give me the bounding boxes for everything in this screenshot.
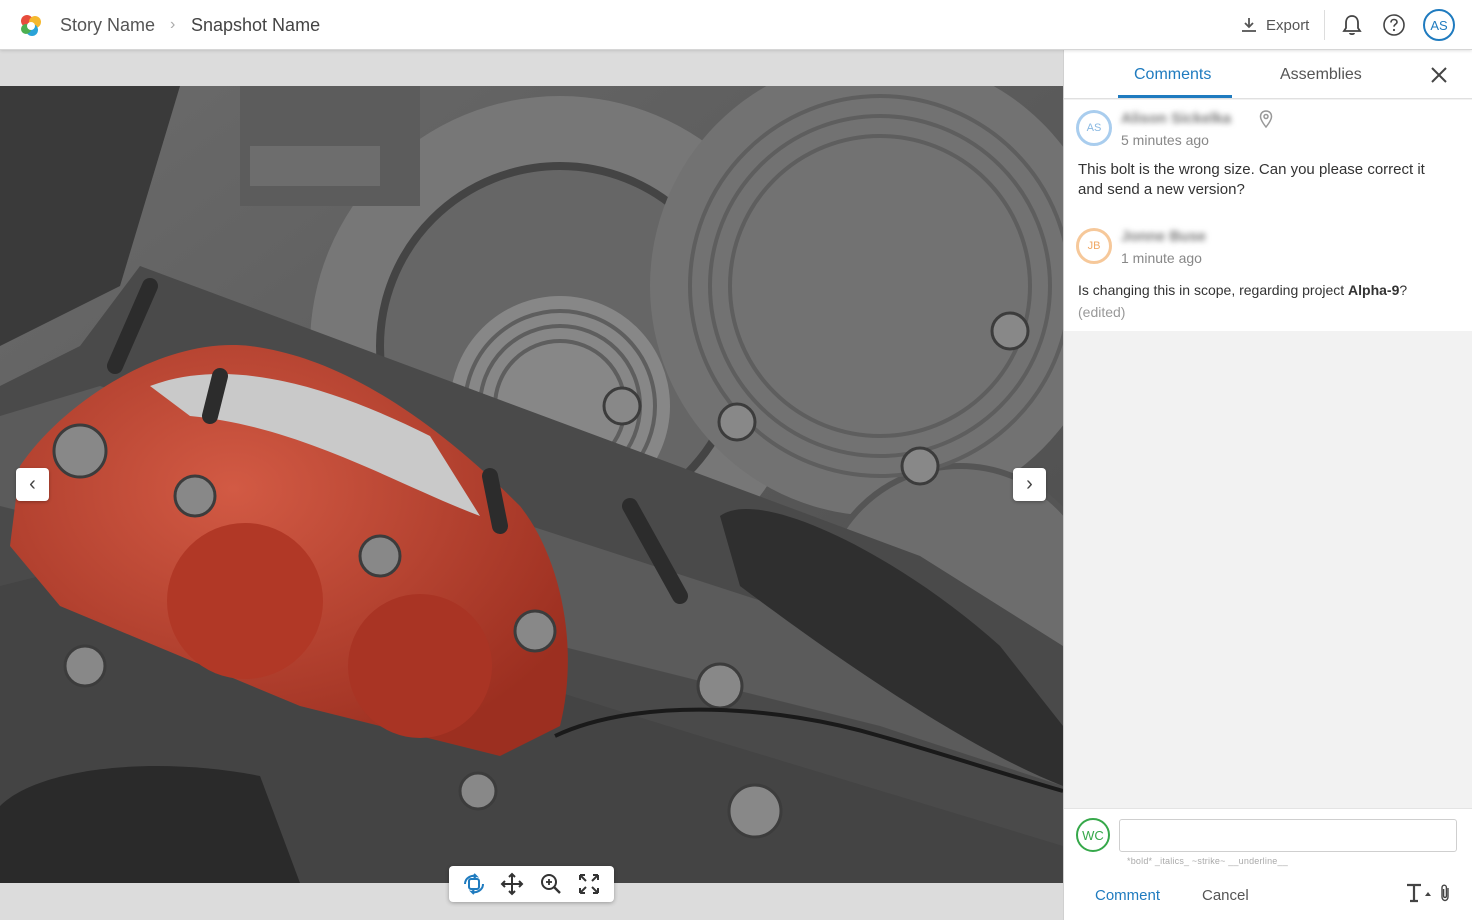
- location-pin-icon[interactable]: [1256, 109, 1276, 129]
- panel-tabs: Comments Assemblies: [1064, 50, 1472, 99]
- rotate-icon: [464, 873, 485, 895]
- comment-input[interactable]: [1119, 819, 1457, 852]
- close-icon[interactable]: [1428, 64, 1450, 86]
- comments-panel: Comments Assemblies AS Alison Sickelka 5…: [1063, 50, 1472, 920]
- user-avatar[interactable]: AS: [1423, 9, 1455, 41]
- active-tab-indicator: [1118, 95, 1232, 98]
- comment-author-avatar: AS: [1076, 110, 1112, 146]
- zoom-icon: [540, 874, 561, 894]
- help-icon[interactable]: [1382, 13, 1406, 37]
- model-viewer[interactable]: ‹ ›: [0, 50, 1063, 920]
- comment-item: JB Jonne Buse 1 minute ago Is changing t…: [1064, 218, 1472, 331]
- comment-text: This bolt is the wrong size. Can you ple…: [1078, 161, 1425, 198]
- breadcrumb-separator: ›: [170, 16, 176, 33]
- pan-tool-button[interactable]: [499, 871, 525, 897]
- tab-assemblies[interactable]: Assemblies: [1280, 66, 1362, 84]
- pan-icon: [500, 872, 524, 896]
- export-button[interactable]: Export: [1240, 14, 1309, 36]
- viewer-top-margin: [0, 50, 1063, 86]
- toolbar-divider: [1324, 10, 1325, 40]
- top-bar: Story Name › Snapshot Name Export AS: [0, 0, 1472, 50]
- comment-author-name: Jonne Buse: [1121, 228, 1207, 245]
- comment-text: Is changing this in scope, regarding pro…: [1078, 280, 1448, 300]
- cancel-button[interactable]: Cancel: [1202, 887, 1249, 904]
- comment-text-bold: Alpha-9: [1348, 282, 1400, 298]
- fit-screen-tool-button[interactable]: [576, 871, 602, 897]
- previous-snapshot-button[interactable]: ‹: [16, 468, 49, 501]
- comment-text-prefix: Is changing this in scope, regarding pro…: [1078, 282, 1349, 298]
- download-icon: [1242, 18, 1256, 32]
- viewer-toolbar: [449, 866, 614, 902]
- app-logo-icon[interactable]: [18, 13, 44, 39]
- attachment-icon[interactable]: [1437, 883, 1453, 903]
- breadcrumb-story[interactable]: Story Name: [60, 15, 155, 36]
- export-label: Export: [1266, 16, 1310, 34]
- comment-author-name: Alison Sickelka: [1121, 110, 1232, 127]
- rotate-tool-button[interactable]: [461, 871, 487, 897]
- comment-author-avatar: JB: [1076, 228, 1112, 264]
- notifications-bell-icon[interactable]: [1340, 13, 1364, 37]
- formatting-hint: *bold* _italics_ ~strike~ __underline__: [1127, 856, 1288, 866]
- tab-comments[interactable]: Comments: [1134, 66, 1211, 84]
- fit-screen-icon: [578, 874, 599, 894]
- submit-comment-button[interactable]: Comment: [1095, 887, 1160, 904]
- comment-timestamp: 5 minutes ago: [1121, 132, 1209, 148]
- comment-timestamp: 1 minute ago: [1121, 250, 1202, 266]
- comment-text-suffix: ?: [1399, 282, 1408, 298]
- breadcrumb-snapshot: Snapshot Name: [191, 15, 321, 35]
- comment-composer: WC *bold* _italics_ ~strike~ __underline…: [1064, 808, 1472, 920]
- zoom-tool-button[interactable]: [538, 871, 564, 897]
- next-snapshot-button[interactable]: ›: [1013, 468, 1046, 501]
- 3d-model-render[interactable]: [0, 86, 1063, 883]
- text-format-icon[interactable]: [1404, 881, 1434, 905]
- comment-edited-label: (edited): [1078, 304, 1126, 320]
- composer-user-avatar: WC: [1076, 818, 1110, 852]
